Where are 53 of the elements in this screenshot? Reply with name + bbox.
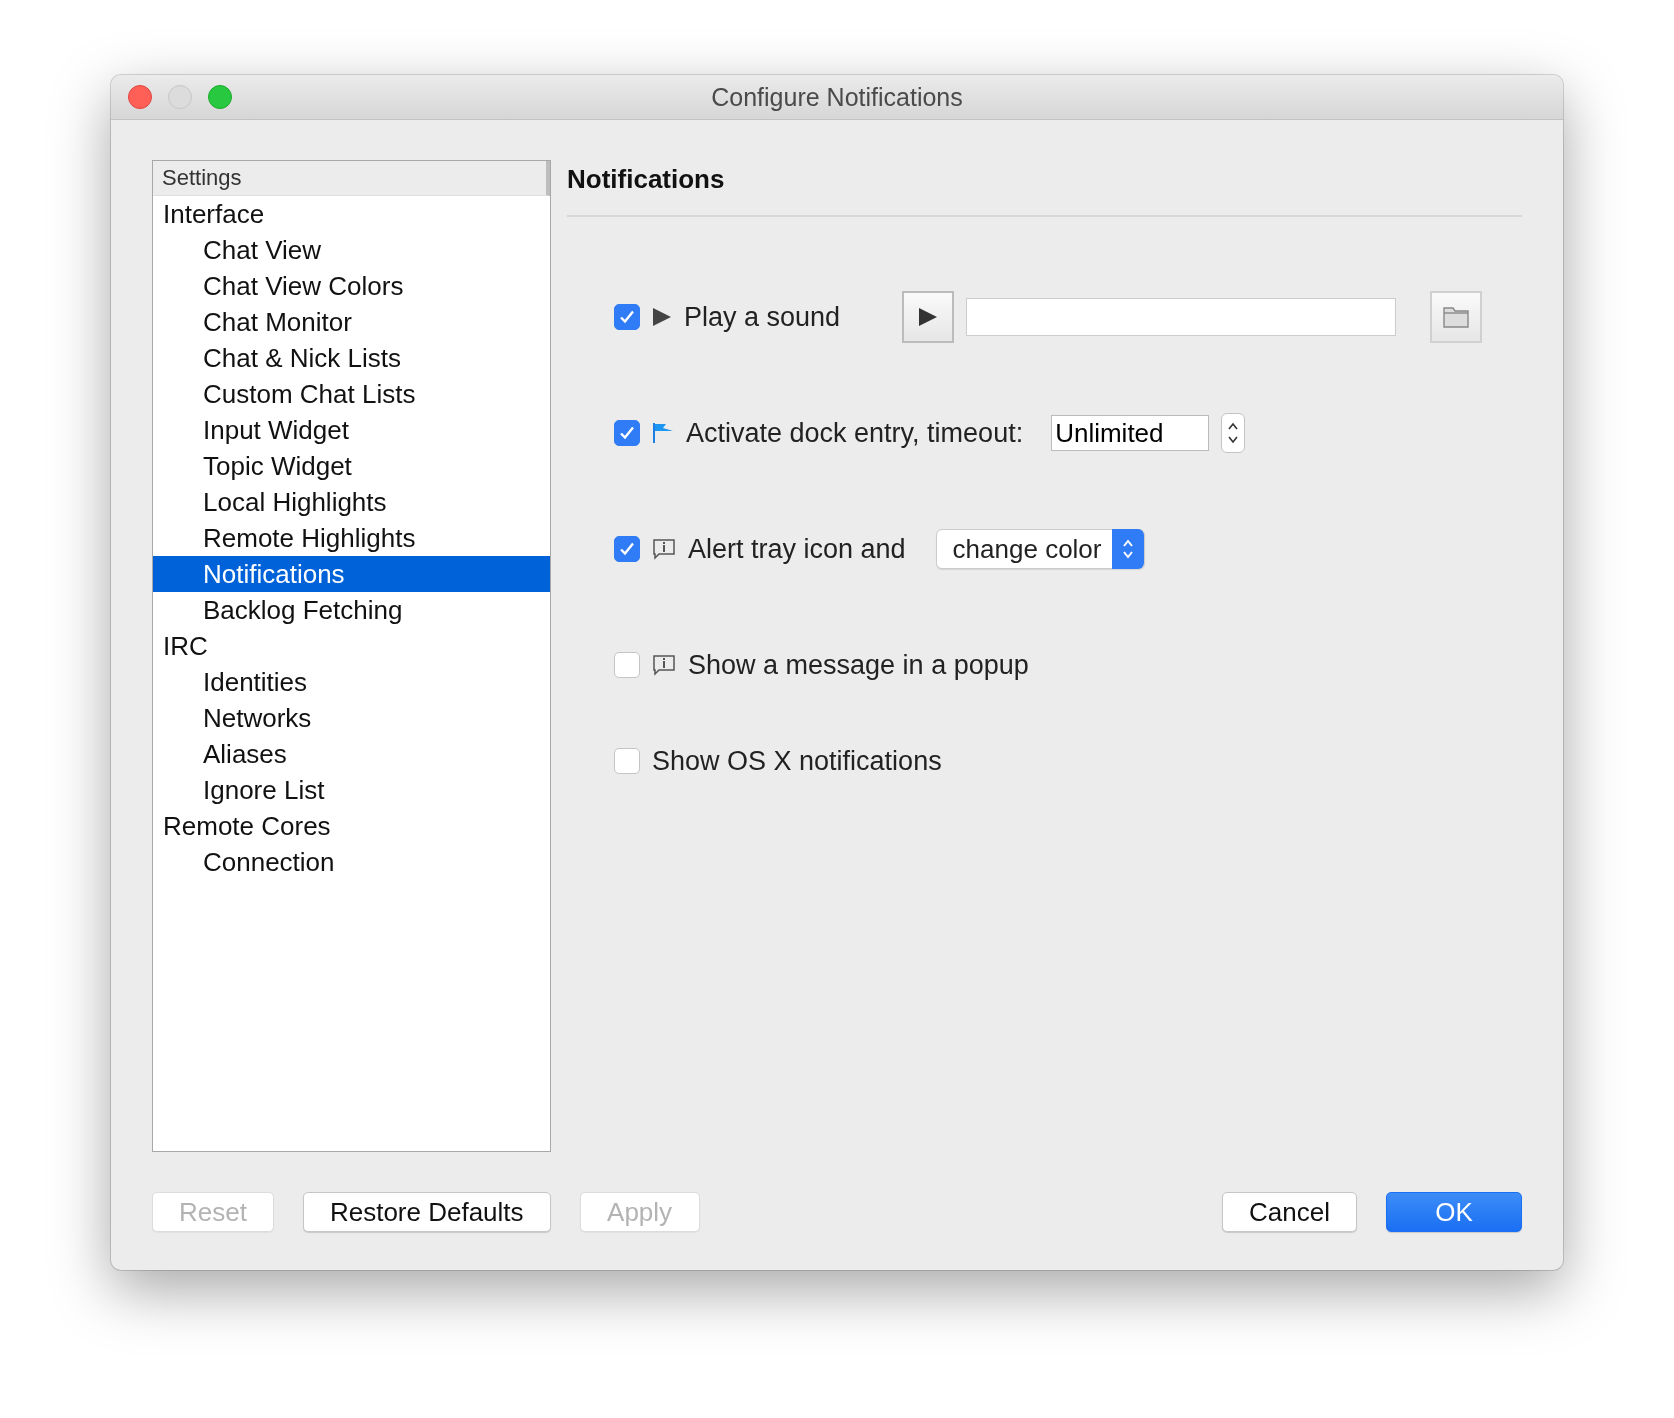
tree-item[interactable]: Aliases xyxy=(153,736,550,772)
tree-item[interactable]: Chat & Nick Lists xyxy=(153,340,550,376)
browse-button[interactable] xyxy=(1430,291,1483,343)
dialog-button[interactable]: Restore Defaults xyxy=(302,1192,551,1232)
tree-item[interactable]: Chat View Colors xyxy=(153,268,550,304)
folder-icon xyxy=(1443,306,1470,328)
tree-item[interactable]: Notifications xyxy=(153,556,550,592)
checkbox[interactable] xyxy=(614,748,640,774)
tree-item[interactable]: Remote Cores xyxy=(153,808,550,844)
tree-item[interactable]: Remote Highlights xyxy=(153,520,550,556)
sound-file-field[interactable] xyxy=(966,298,1397,336)
option-label: Play a sound xyxy=(684,301,841,333)
info-bubble-icon xyxy=(652,537,676,561)
checkmark-icon xyxy=(618,540,636,558)
tree-item[interactable]: Networks xyxy=(153,700,550,736)
tree-item[interactable]: IRC xyxy=(153,628,550,664)
color-dropdown[interactable]: change color xyxy=(935,529,1145,569)
tree-item[interactable]: Topic Widget xyxy=(153,448,550,484)
stepper-arrows-icon xyxy=(1227,420,1240,446)
checkbox[interactable] xyxy=(614,304,640,330)
tree-item[interactable]: Backlog Fetching xyxy=(153,592,550,628)
tree-item[interactable]: Ignore List xyxy=(153,772,550,808)
checkmark-icon xyxy=(618,424,636,442)
dialog-button[interactable]: Cancel xyxy=(1222,1192,1357,1232)
timeout-field[interactable]: Unlimited xyxy=(1051,415,1210,451)
checkbox[interactable] xyxy=(614,420,640,446)
play-icon xyxy=(918,307,939,327)
tree-item[interactable]: Local Highlights xyxy=(153,484,550,520)
option-label: Show a message in a popup xyxy=(688,649,1029,681)
close-button[interactable] xyxy=(128,85,152,109)
tree-item[interactable]: Input Widget xyxy=(153,412,550,448)
tree-header: Settings xyxy=(153,161,550,196)
play-button[interactable] xyxy=(902,291,955,343)
checkmark-icon xyxy=(618,308,636,326)
tree-item[interactable]: Chat View xyxy=(153,232,550,268)
zoom-button[interactable] xyxy=(208,85,232,109)
tree-item[interactable]: Connection xyxy=(153,844,550,880)
option-label: Show OS X notifications xyxy=(652,745,942,777)
panel-title: Notifications xyxy=(567,160,1522,217)
checkbox[interactable] xyxy=(614,536,640,562)
tree-item[interactable]: Chat Monitor xyxy=(153,304,550,340)
stepper-button[interactable] xyxy=(1221,413,1246,453)
checkbox[interactable] xyxy=(614,652,640,678)
tree-item[interactable]: Custom Chat Lists xyxy=(153,376,550,412)
tree-item[interactable]: Interface xyxy=(153,196,550,232)
info-bubble-icon xyxy=(652,653,676,677)
flag-icon xyxy=(652,422,674,444)
tree-item[interactable]: Identities xyxy=(153,664,550,700)
option-label: Alert tray icon and xyxy=(688,533,906,565)
window-title: Configure Notifications xyxy=(711,82,963,112)
option-label: Activate dock entry, timeout: xyxy=(686,417,1024,449)
ok-button[interactable]: OK xyxy=(1386,1192,1522,1232)
play-icon xyxy=(652,307,672,327)
